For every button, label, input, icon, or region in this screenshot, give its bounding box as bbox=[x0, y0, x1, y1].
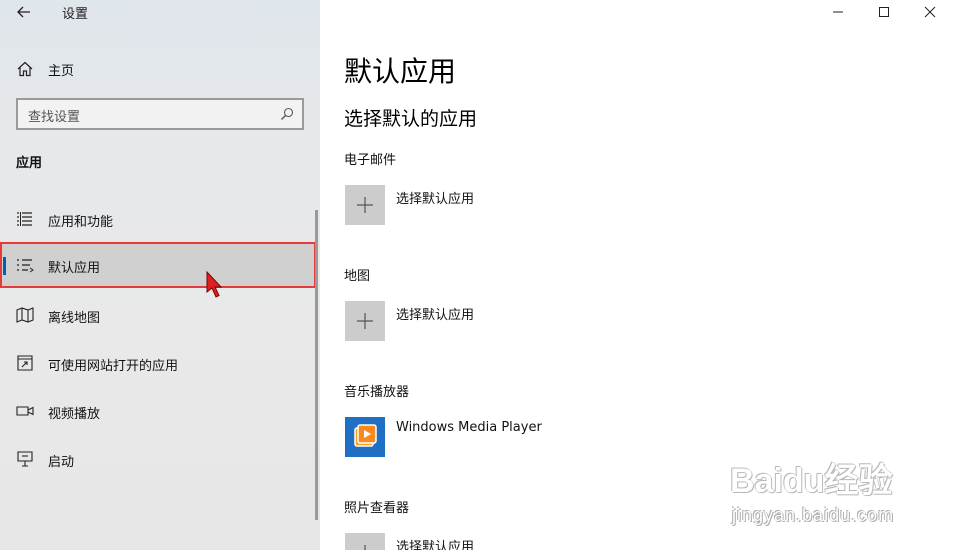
home-label: 主页 bbox=[48, 64, 75, 79]
open-web-icon bbox=[17, 355, 33, 371]
close-icon bbox=[924, 6, 936, 18]
page-subtitle: 选择默认的应用 bbox=[344, 108, 478, 130]
plus-tile bbox=[345, 185, 385, 225]
sidebar-item-label: 可使用网站打开的应用 bbox=[48, 359, 179, 374]
maximize-button[interactable] bbox=[861, 0, 907, 24]
list-icon bbox=[17, 212, 32, 226]
watermark-main: Baidu经验 bbox=[730, 462, 893, 500]
video-icon bbox=[16, 406, 34, 416]
sidebar-item-label: 默认应用 bbox=[48, 261, 101, 276]
sidebar-item-startup[interactable]: 启动 bbox=[0, 436, 316, 482]
sidebar-scrollbar[interactable] bbox=[315, 210, 318, 520]
sidebar-item-offline-maps[interactable]: 离线地图 bbox=[0, 292, 316, 338]
close-button[interactable] bbox=[907, 0, 953, 24]
plus-icon bbox=[364, 545, 366, 550]
sidebar-item-video-playback[interactable]: 视频播放 bbox=[0, 388, 316, 434]
window-title: 设置 bbox=[62, 7, 89, 22]
selection-indicator bbox=[3, 257, 6, 275]
startup-icon bbox=[17, 451, 33, 467]
sidebar: 设置 主页 查找设置 应用 应用和功能 默认应用 离线地图 可使用网站打开的应用… bbox=[0, 0, 320, 550]
watermark-sub: jingyan.baidu.com bbox=[732, 505, 895, 525]
minimize-button[interactable] bbox=[815, 0, 861, 24]
section-title: 应用 bbox=[16, 156, 43, 171]
minimize-icon bbox=[833, 11, 843, 13]
choose-email-app-button[interactable]: 选择默认应用 bbox=[344, 185, 704, 229]
app-label: 选择默认应用 bbox=[396, 308, 475, 323]
sidebar-item-label: 离线地图 bbox=[48, 311, 101, 326]
sidebar-item-label: 应用和功能 bbox=[48, 215, 114, 230]
plus-icon bbox=[357, 313, 373, 329]
app-label: 选择默认应用 bbox=[396, 540, 475, 550]
arrow-left-icon bbox=[17, 6, 30, 18]
plus-icon bbox=[357, 197, 373, 213]
sidebar-item-default-apps[interactable]: 默认应用 bbox=[0, 242, 316, 288]
plus-tile bbox=[345, 533, 385, 550]
choose-photo-app-button[interactable]: 选择默认应用 bbox=[344, 533, 704, 550]
app-label: Windows Media Player bbox=[396, 420, 542, 435]
plus-tile bbox=[345, 301, 385, 341]
search-icon[interactable] bbox=[280, 107, 294, 121]
windows-media-player-icon bbox=[354, 424, 377, 447]
windows-media-player-tile bbox=[345, 417, 385, 457]
choose-maps-app-button[interactable]: 选择默认应用 bbox=[344, 301, 704, 345]
sidebar-item-label: 视频播放 bbox=[48, 407, 101, 422]
app-label: 选择默认应用 bbox=[396, 192, 475, 207]
choose-music-app-button[interactable]: Windows Media Player bbox=[344, 417, 704, 461]
title-bar: 设置 bbox=[0, 0, 320, 24]
search-box[interactable]: 查找设置 bbox=[16, 98, 304, 130]
sidebar-item-apps-features[interactable]: 应用和功能 bbox=[0, 196, 316, 242]
page-title: 默认应用 bbox=[344, 55, 457, 88]
search-input[interactable]: 查找设置 bbox=[28, 106, 80, 125]
maximize-icon bbox=[879, 7, 889, 17]
back-button[interactable] bbox=[10, 0, 38, 24]
default-apps-icon bbox=[17, 259, 34, 273]
window-controls bbox=[815, 0, 953, 24]
category-label-music-player: 音乐播放器 bbox=[344, 385, 410, 400]
home-link[interactable]: 主页 bbox=[0, 50, 320, 86]
category-label-email: 电子邮件 bbox=[344, 153, 397, 168]
sidebar-item-label: 启动 bbox=[48, 455, 75, 470]
sidebar-item-apps-for-websites[interactable]: 可使用网站打开的应用 bbox=[0, 340, 316, 386]
map-icon bbox=[16, 307, 34, 323]
category-label-maps: 地图 bbox=[344, 269, 371, 284]
baidu-watermark: Baidu经验 jingyan.baidu.com bbox=[730, 445, 940, 535]
mouse-cursor-icon bbox=[206, 270, 223, 298]
home-icon bbox=[17, 61, 33, 77]
category-label-photo-viewer: 照片查看器 bbox=[344, 501, 410, 516]
